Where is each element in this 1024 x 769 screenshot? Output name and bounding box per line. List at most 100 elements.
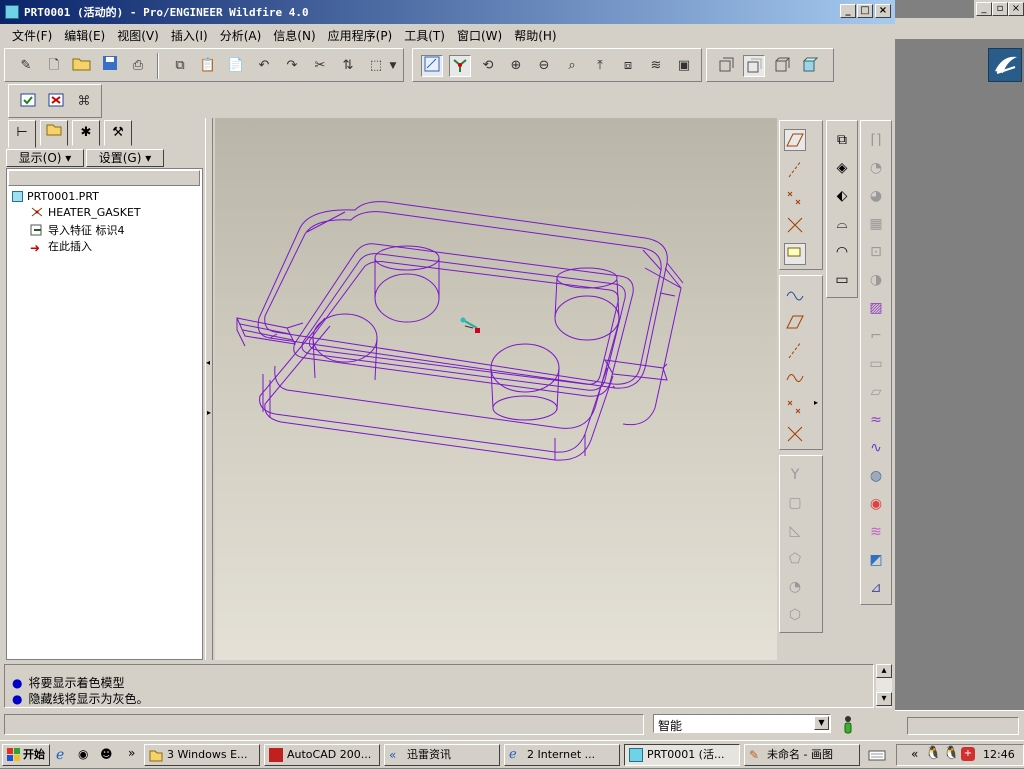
minimize-button[interactable]: _ — [840, 4, 856, 18]
chamfer-tool-icon[interactable]: ⬡ — [784, 604, 806, 626]
draft-check-icon[interactable]: ≋ — [865, 521, 887, 543]
zoom-out-icon[interactable]: ⊖ — [533, 55, 555, 77]
find-binoculars-icon[interactable]: ⌘ — [73, 91, 95, 113]
repaint-icon[interactable] — [421, 55, 443, 77]
tab-favorites-icon[interactable]: ✱ — [72, 120, 100, 146]
qq-tray-icon[interactable]: 🐧 — [925, 746, 941, 761]
tab-connections-icon[interactable]: ⚒ — [104, 120, 132, 146]
desktop-app-icon[interactable] — [988, 48, 1022, 82]
filter-dropdown-icon[interactable]: ▼ — [814, 716, 829, 730]
keyboard-icon[interactable] — [866, 744, 892, 766]
extrude-tool-icon[interactable]: ⌈⌉ — [865, 129, 887, 151]
menu-analysis[interactable]: 分析(A) — [214, 24, 268, 44]
tab-folder-browser-icon[interactable] — [40, 120, 68, 146]
surface-analysis-icon[interactable]: ◍ — [865, 465, 887, 487]
select-box-icon[interactable]: ⬚ — [365, 55, 387, 77]
menu-insert[interactable]: 插入(I) — [165, 24, 214, 44]
point-display-icon[interactable] — [784, 187, 806, 209]
regenerate-icon[interactable]: ⇅ — [337, 55, 359, 77]
ie-quicklaunch-icon[interactable]: ℯ — [56, 747, 72, 763]
reorient-icon[interactable]: ⤒ — [589, 55, 611, 77]
task-autocad[interactable]: AutoCAD 200... — [264, 744, 380, 766]
graphics-window[interactable] — [215, 118, 777, 660]
no-hidden-icon[interactable] — [771, 55, 793, 77]
datum-csys-tool-icon[interactable] — [784, 424, 806, 446]
paste-special-icon[interactable]: 📄 — [225, 55, 247, 77]
menu-edit[interactable]: 编辑(E) — [58, 24, 111, 44]
new-file-icon[interactable]: 🗋 — [43, 55, 65, 77]
draft-tool-icon[interactable]: ⬠ — [784, 548, 806, 570]
merge-tool-icon[interactable]: ◈ — [831, 157, 853, 179]
close-window-icon[interactable] — [45, 91, 67, 113]
shell-tool-icon[interactable]: ▢ — [784, 492, 806, 514]
variable-section-tool-icon[interactable]: ⌐ — [865, 325, 887, 347]
secondary-minimize-button[interactable]: _ — [976, 2, 992, 16]
menu-help[interactable]: 帮助(H) — [508, 24, 562, 44]
boundary-blend-tool-icon[interactable]: ▨ — [865, 297, 887, 319]
qq-quicklaunch-icon[interactable]: ☻ — [100, 747, 116, 763]
expand-right-icon[interactable]: ▸ — [207, 408, 211, 417]
maximize-button[interactable]: □ — [857, 4, 873, 18]
quicklaunch-overflow[interactable]: » — [128, 746, 135, 760]
scroll-down-icon[interactable]: ▾ — [876, 692, 892, 706]
media-player-icon[interactable]: ◉ — [78, 747, 94, 763]
wireframe-icon[interactable] — [715, 55, 737, 77]
tree-item-csys[interactable]: HEATER_GASKET — [30, 206, 141, 219]
orient-mode-icon[interactable]: ⟲ — [477, 55, 499, 77]
helical-sweep-tool-icon[interactable]: ◑ — [865, 269, 887, 291]
task-proe[interactable]: PRT0001 (活... — [624, 744, 740, 766]
menu-view[interactable]: 视图(V) — [111, 24, 165, 44]
antivirus-tray-icon[interactable]: + — [961, 747, 975, 761]
layers-icon[interactable]: ≋ — [645, 55, 667, 77]
curvature-analysis-icon[interactable]: ◉ — [865, 493, 887, 515]
revolve-tool-icon[interactable]: ◔ — [865, 157, 887, 179]
offset-tool-icon[interactable]: ▭ — [831, 269, 853, 291]
extend-tool-icon[interactable]: ◠ — [831, 241, 853, 263]
swept-blend-tool-icon[interactable]: ⊡ — [865, 241, 887, 263]
datum-point-tool-icon[interactable] — [784, 396, 806, 418]
datum-curve-tool-icon[interactable] — [784, 368, 806, 390]
task-internet-explorer[interactable]: ℯ 2 Internet ... — [504, 744, 620, 766]
menu-applications[interactable]: 应用程序(P) — [322, 24, 399, 44]
undo-icon[interactable]: ↶ — [253, 55, 275, 77]
annotation-display-icon[interactable] — [784, 243, 806, 265]
zoom-in-icon[interactable]: ⊕ — [505, 55, 527, 77]
close-button[interactable]: × — [875, 4, 891, 18]
menu-info[interactable]: 信息(N) — [267, 24, 321, 44]
thicken-tool-icon[interactable]: ▱ — [865, 381, 887, 403]
settings-dropdown[interactable]: 设置(G) ▾ — [86, 149, 164, 167]
redo-icon[interactable]: ↷ — [281, 55, 303, 77]
freeform-tool-icon[interactable]: ∿ — [865, 437, 887, 459]
dihedral-analysis-icon[interactable]: ⊿ — [865, 577, 887, 599]
secondary-close-button[interactable]: × — [1008, 2, 1024, 16]
tray-expand[interactable]: « — [911, 747, 918, 761]
reflection-analysis-icon[interactable]: ◩ — [865, 549, 887, 571]
print-icon[interactable]: ⎙ — [127, 55, 149, 77]
menu-file[interactable]: 文件(F) — [6, 24, 58, 44]
shading-icon[interactable] — [799, 55, 821, 77]
message-scrollbar[interactable]: ▴ ▾ — [876, 664, 892, 708]
cut-icon[interactable]: ✂ — [309, 55, 331, 77]
collapse-left-icon[interactable]: ◂ — [206, 358, 210, 367]
fill-tool-icon[interactable]: ▭ — [865, 353, 887, 375]
tree-item-import[interactable]: 导入特征 标识4 — [30, 222, 125, 238]
style-curve-tool-icon[interactable]: ≈ — [865, 409, 887, 431]
tab-model-tree-icon[interactable]: ⊢ — [8, 120, 36, 148]
sweep-tool-icon[interactable]: ◕ — [865, 185, 887, 207]
tree-item-part[interactable]: PRT0001.PRT — [12, 190, 99, 203]
title-bar[interactable]: PRT0001 (活动的) - Pro/ENGINEER Wildfire 4.… — [0, 0, 895, 24]
rib-tool-icon[interactable]: ◺ — [784, 520, 806, 542]
new-icon[interactable]: ✎ — [15, 55, 37, 77]
blend-tool-icon[interactable]: ▦ — [865, 213, 887, 235]
open-folder-icon[interactable] — [71, 55, 93, 77]
point-flyout-arrow-icon[interactable]: ▸ — [814, 398, 818, 407]
hole-tool-icon[interactable]: Y — [784, 464, 806, 486]
trim-tool-icon[interactable]: ⬖ — [831, 185, 853, 207]
start-button[interactable]: 开始 — [2, 744, 50, 766]
model-tree-icon[interactable] — [17, 91, 39, 113]
round-tool-icon[interactable]: ◔ — [784, 576, 806, 598]
paste-icon[interactable]: 📋 — [197, 55, 219, 77]
copy-icon[interactable]: ⧉ — [169, 55, 191, 77]
menu-window[interactable]: 窗口(W) — [451, 24, 508, 44]
plane-display-icon[interactable] — [784, 129, 806, 151]
